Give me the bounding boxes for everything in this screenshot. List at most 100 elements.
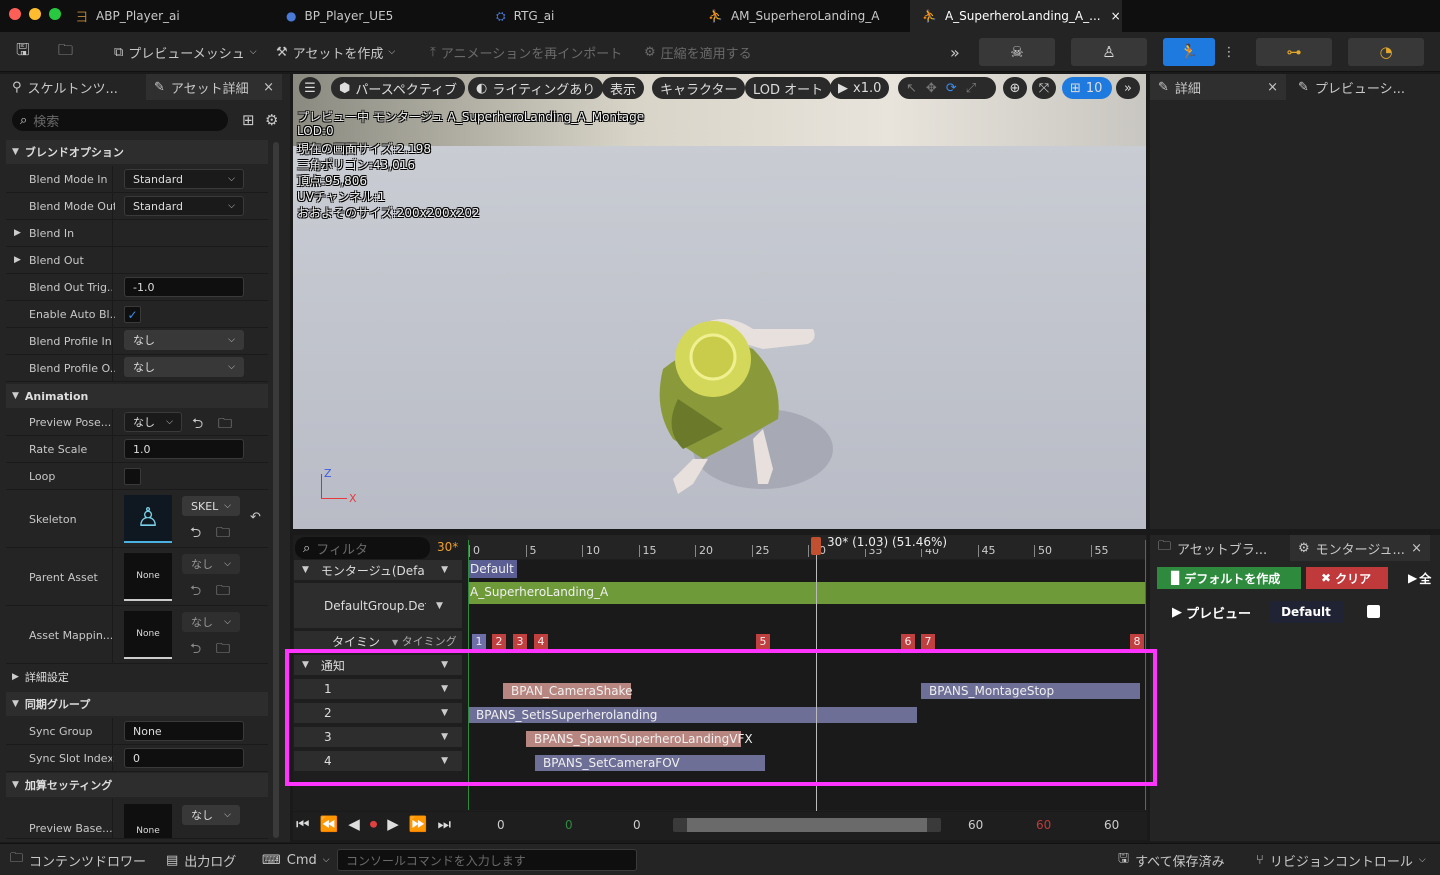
- tab-asset-details[interactable]: ✎ アセット詳細 ×: [146, 74, 282, 100]
- doc-tab-abp-player[interactable]: ⺕ ABP_Player_ai: [64, 0, 270, 32]
- tab-montage-sections[interactable]: ⚙ モンタージュ... ×: [1290, 535, 1430, 561]
- mode-animation-button[interactable]: 🏃: [1163, 38, 1215, 66]
- play-end-red-value[interactable]: 60: [1036, 818, 1051, 832]
- section-loop-toggle[interactable]: [1367, 605, 1380, 618]
- window-minimize-button[interactable]: [29, 8, 41, 20]
- use-selected-asset-icon[interactable]: ⮌: [192, 413, 203, 437]
- mode-blueprint-button[interactable]: ⊶: [1256, 38, 1332, 66]
- transform-tools-group[interactable]: ↖ ✥ ⟳ ⤢: [898, 77, 996, 99]
- window-close-button[interactable]: [9, 8, 21, 20]
- show-button[interactable]: 表示: [602, 77, 645, 99]
- play-reverse-icon[interactable]: ◀: [348, 815, 360, 833]
- mode-options-button[interactable]: ⋮: [1222, 38, 1236, 66]
- category-sync-group[interactable]: ▼ 同期グループ: [6, 692, 268, 716]
- timing-dropdown[interactable]: ▼ タイミング: [392, 633, 457, 649]
- preview-base-thumbnail[interactable]: None: [124, 804, 172, 838]
- use-selected-asset-icon[interactable]: ⮌: [190, 580, 201, 604]
- timing-marker[interactable]: 2: [492, 634, 506, 649]
- anim-segment[interactable]: A_SuperheroLanding_A: [468, 582, 1146, 604]
- step-forward-icon[interactable]: ⏩: [409, 815, 428, 833]
- category-animation[interactable]: ▼ Animation: [6, 384, 268, 408]
- browse-asset-icon[interactable]: 🗀: [216, 638, 230, 662]
- timeline-filter-input[interactable]: ⌕ フィルタ: [295, 537, 430, 559]
- prop-blend-in[interactable]: ▶ Blend In: [6, 220, 268, 247]
- play-end-value[interactable]: 60: [968, 818, 983, 832]
- timing-marker[interactable]: 5: [756, 634, 770, 649]
- more-toolbar-button[interactable]: »: [950, 38, 960, 66]
- playhead-handle[interactable]: [811, 537, 821, 555]
- revision-control-button[interactable]: ⑂ リビジョンコントロール ⌵: [1246, 844, 1436, 875]
- details-search-input[interactable]: ⌕ 検索: [12, 109, 228, 131]
- preview-all-button[interactable]: ▶ 全: [1408, 567, 1440, 589]
- rate-scale-input[interactable]: 1.0: [124, 439, 244, 459]
- preview-pose-dropdown[interactable]: なし ⌵: [124, 412, 182, 432]
- timing-marker[interactable]: 1: [472, 634, 486, 649]
- lod-button[interactable]: LOD オート: [745, 77, 832, 99]
- close-icon[interactable]: ×: [263, 80, 274, 95]
- category-advanced[interactable]: ▶ 詳細設定: [6, 665, 268, 689]
- asset-mapping-thumbnail[interactable]: None: [124, 611, 172, 659]
- use-selected-asset-icon[interactable]: ⮌: [190, 522, 201, 546]
- browse-asset-icon[interactable]: 🗀: [218, 413, 232, 437]
- timing-marker[interactable]: 6: [901, 634, 915, 649]
- close-icon[interactable]: ×: [1411, 541, 1422, 556]
- tab-preview-scene[interactable]: ✎ プレビューシ...: [1290, 74, 1430, 100]
- record-icon[interactable]: ⏺: [370, 815, 378, 833]
- timing-marker[interactable]: 4: [534, 634, 548, 649]
- blend-mode-out-dropdown[interactable]: Standard ⌵: [124, 196, 244, 216]
- preview-mesh-button[interactable]: ⧉ プレビューメッシュ ⌵: [114, 38, 257, 66]
- view-start-value[interactable]: 0: [497, 818, 505, 832]
- console-command-input[interactable]: コンソールコマンドを入力します: [337, 849, 637, 871]
- skip-to-start-icon[interactable]: ⏮: [296, 815, 310, 833]
- viewport-more-button[interactable]: »: [1116, 77, 1140, 99]
- timing-marker[interactable]: 7: [921, 634, 935, 649]
- tab-asset-browser[interactable]: 🗀 アセットブラ...: [1150, 535, 1286, 561]
- doc-tab-bp-player[interactable]: ● BP_Player_UE5: [274, 0, 480, 32]
- doc-tab-am-superhero[interactable]: ⛹ AM_SuperheroLanding_A: [696, 0, 902, 32]
- output-log-button[interactable]: ▤ 出力ログ: [156, 844, 246, 875]
- play-icon[interactable]: ▶: [387, 815, 399, 833]
- parent-asset-dropdown[interactable]: なし ⌵: [182, 554, 240, 574]
- doc-tab-a-superhero[interactable]: ⛹ A_SuperheroLanding_A_... ×: [910, 0, 1122, 32]
- play-rate-button[interactable]: ▶ x1.0: [830, 77, 890, 99]
- blend-mode-in-dropdown[interactable]: Standard ⌵: [124, 169, 244, 189]
- mode-mesh-button[interactable]: ♙: [1071, 38, 1147, 66]
- mode-skeleton-button[interactable]: ☠: [979, 38, 1055, 66]
- category-blend-options[interactable]: ▼ ブレンドオプション: [6, 140, 268, 164]
- section-preview-button[interactable]: ▶ プレビュー: [1172, 601, 1251, 623]
- local-world-toggle[interactable]: ⊕: [1003, 77, 1027, 99]
- apply-compression-button[interactable]: ⚙ 圧縮を適用する: [644, 38, 752, 66]
- section-default-label[interactable]: Default: [1269, 601, 1343, 623]
- skeleton-thumbnail[interactable]: ♙: [124, 495, 172, 543]
- character-button[interactable]: キャラクター: [652, 77, 746, 99]
- timeline-scrollbar[interactable]: [673, 818, 941, 832]
- parent-asset-thumbnail[interactable]: None: [124, 553, 172, 601]
- montage-track-header[interactable]: ▼ モンタージュ(Defa ▼: [294, 560, 462, 580]
- perspective-button[interactable]: ⬢ パースペクティブ: [331, 77, 466, 99]
- preview-viewport[interactable]: ☰ ⬢ パースペクティブ ◐ ライティングあり 表示 キャラクター LOD オート …: [293, 74, 1146, 529]
- browse-asset-icon[interactable]: 🗀: [216, 580, 230, 604]
- details-scrollbar[interactable]: [273, 142, 279, 838]
- sync-slot-index-input[interactable]: 0: [124, 748, 244, 768]
- settings-gear-icon[interactable]: ⚙: [265, 111, 278, 129]
- grid-snap-toggle[interactable]: ⊞ 10: [1062, 77, 1112, 99]
- close-icon[interactable]: ×: [1111, 9, 1121, 23]
- cmd-button[interactable]: ⌨ Cmd ⌵: [252, 844, 340, 875]
- clear-button[interactable]: ✖ クリア: [1306, 567, 1388, 589]
- enable-auto-blend-checkbox[interactable]: ✓: [124, 306, 141, 323]
- reimport-button[interactable]: ⤒ アニメーションを再インポート: [430, 38, 622, 66]
- loop-checkbox[interactable]: [124, 468, 141, 485]
- current-frame-value[interactable]: 0: [633, 818, 641, 832]
- create-default-button[interactable]: ▉ デフォルトを作成: [1157, 567, 1301, 589]
- blend-profile-out-dropdown[interactable]: なし ⌵: [124, 357, 244, 377]
- use-selected-asset-icon[interactable]: ⮌: [190, 638, 201, 662]
- timing-marker[interactable]: 3: [513, 634, 527, 649]
- category-additive-settings[interactable]: ▼ 加算セッティング: [6, 773, 268, 797]
- close-icon[interactable]: ×: [1267, 80, 1278, 95]
- content-drawer-button[interactable]: 🗀 コンテンツドロワー: [0, 844, 156, 875]
- table-view-icon[interactable]: ⊞: [242, 111, 255, 129]
- window-maximize-button[interactable]: [49, 8, 61, 20]
- lighting-button[interactable]: ◐ ライティングあり: [468, 77, 604, 99]
- tab-skeleton-tree[interactable]: ⚲ スケルトンツ...: [4, 74, 142, 100]
- timing-marker[interactable]: 8: [1130, 634, 1144, 649]
